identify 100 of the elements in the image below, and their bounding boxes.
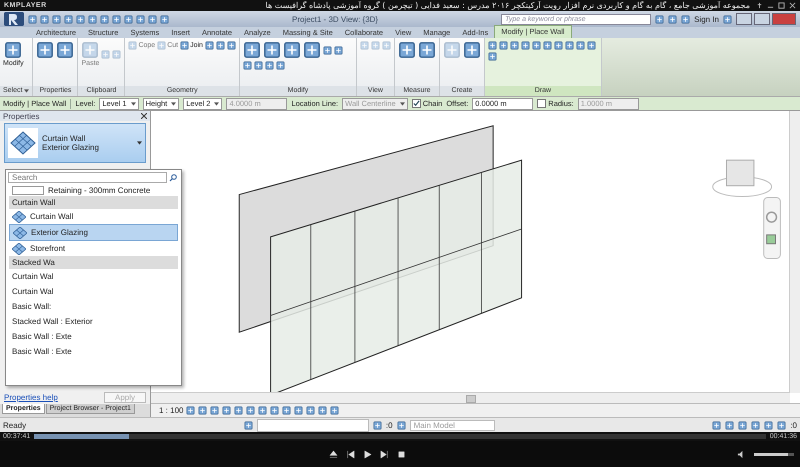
tool-icon: [510, 41, 519, 50]
palette-title: Properties: [3, 112, 40, 120]
tool-button[interactable]: [576, 41, 585, 50]
play-icon[interactable]: [363, 450, 372, 458]
tool-icon: [157, 41, 166, 50]
tool-button[interactable]: [264, 61, 274, 70]
next-icon[interactable]: [380, 450, 389, 458]
search-icon[interactable]: [169, 174, 177, 182]
view-control-icon[interactable]: [186, 406, 196, 415]
scale-label[interactable]: 1 : 100: [159, 406, 184, 415]
tool-icon: [112, 50, 122, 58]
tool-button[interactable]: [418, 41, 436, 59]
stop-icon[interactable]: [397, 450, 406, 458]
tool-button[interactable]: [564, 41, 574, 50]
search-field[interactable]: Search: [8, 172, 167, 183]
toolbar-icon[interactable]: [52, 14, 61, 24]
toolbar-icon[interactable]: [148, 14, 157, 24]
view-control-icon[interactable]: [282, 406, 292, 415]
tool-button[interactable]: [242, 41, 261, 59]
view-control-icon[interactable]: [330, 406, 340, 415]
tool-icon: [254, 61, 263, 70]
toolbar-icon[interactable]: [64, 14, 73, 24]
tool-button[interactable]: [488, 41, 497, 50]
toolbar-icon[interactable]: [88, 14, 97, 24]
tool-button[interactable]: [262, 41, 281, 59]
caret-icon[interactable]: [24, 89, 30, 93]
tool-icon: [382, 41, 391, 50]
view-control-icon[interactable]: [210, 406, 220, 415]
type-item[interactable]: Curtain Wall: [9, 209, 178, 224]
close-icon[interactable]: [789, 2, 796, 9]
tool-button[interactable]: [554, 41, 563, 50]
sign-in-link[interactable]: Sign In: [694, 14, 719, 24]
tool-button[interactable]: [216, 41, 225, 50]
tool-icon: [262, 41, 281, 59]
type-item[interactable]: Stacked Wall : Exterior: [9, 314, 178, 329]
tool-button[interactable]: [56, 41, 74, 59]
tool-button[interactable]: [542, 41, 552, 50]
caret-icon: [130, 102, 136, 106]
tool-button[interactable]: [254, 61, 263, 70]
type-item[interactable]: Basic Wall : Exte: [9, 344, 178, 359]
tool-button[interactable]: [204, 41, 214, 50]
toolbar-icon[interactable]: [124, 14, 133, 24]
type-item[interactable]: Basic Wall:: [9, 299, 178, 314]
checkbox[interactable]: [412, 99, 421, 108]
tool-button[interactable]: [398, 41, 416, 59]
seek-bar[interactable]: [34, 434, 766, 439]
previous-icon[interactable]: [346, 450, 355, 458]
type-item[interactable]: Retaining - 300mm Concrete: [9, 185, 178, 196]
view-control-icon[interactable]: [318, 406, 328, 415]
tool-button[interactable]: [226, 41, 236, 50]
type-item[interactable]: Exterior Glazing: [9, 224, 178, 241]
tool-button[interactable]: [586, 41, 596, 50]
tool-button[interactable]: [36, 41, 54, 59]
type-item[interactable]: Basic Wall : Exte: [9, 329, 178, 344]
workset-field[interactable]: [256, 418, 369, 432]
tool-button[interactable]: [462, 41, 481, 59]
tool-button[interactable]: [498, 41, 508, 50]
tool-icon: [302, 41, 321, 59]
type-item[interactable]: Storefront: [9, 241, 178, 256]
window-controls[interactable]: [736, 13, 796, 25]
type-item[interactable]: Curtain Wal: [9, 284, 178, 299]
view-control-icon[interactable]: [198, 406, 208, 415]
toolbar-icon[interactable]: [136, 14, 145, 24]
tool-button[interactable]: [532, 41, 541, 50]
tool-button[interactable]: [510, 41, 519, 50]
view-control-icon[interactable]: [294, 406, 304, 415]
toolbar-icon[interactable]: [100, 14, 109, 24]
tool-icon: [564, 41, 574, 50]
curtain-grid-icon: [12, 242, 26, 254]
view-control-icon[interactable]: [234, 406, 244, 415]
type-selector[interactable]: Curtain Wall Exterior Glazing: [4, 123, 146, 163]
tool-button[interactable]: [520, 41, 530, 50]
help-link[interactable]: Properties help: [4, 392, 58, 402]
view-control-icon[interactable]: [222, 406, 232, 415]
tool-button[interactable]: [276, 61, 285, 70]
tool-button[interactable]: [242, 61, 252, 70]
tool-icon: [488, 41, 497, 50]
vertical-scrollbar[interactable]: [789, 111, 800, 393]
view-control-icon[interactable]: [306, 406, 316, 415]
tool-button[interactable]: [488, 52, 497, 61]
view-control-icon[interactable]: [258, 406, 268, 415]
toolbar-icon[interactable]: [40, 14, 49, 24]
view-control-icon[interactable]: [270, 406, 280, 415]
toolbar-icon[interactable]: [76, 14, 85, 24]
toolbar-icon[interactable]: [160, 14, 169, 24]
view-control-icon[interactable]: [246, 406, 256, 415]
tool-button[interactable]: [282, 41, 301, 59]
navigation-bar[interactable]: [763, 197, 781, 259]
tool-icon: [462, 41, 481, 59]
eject-icon[interactable]: [329, 450, 338, 458]
tool-icon: [334, 46, 343, 54]
maximize-icon[interactable]: [778, 2, 785, 9]
toolbar-icon[interactable]: [112, 14, 121, 24]
type-item[interactable]: Curtain Wal: [9, 269, 178, 284]
application-menu-button[interactable]: [4, 12, 24, 26]
tool-button[interactable]: [302, 41, 321, 59]
close-icon[interactable]: [141, 113, 147, 119]
horizontal-scrollbar[interactable]: [151, 392, 790, 403]
checkbox[interactable]: [537, 99, 546, 108]
toolbar-icon[interactable]: [28, 14, 37, 24]
